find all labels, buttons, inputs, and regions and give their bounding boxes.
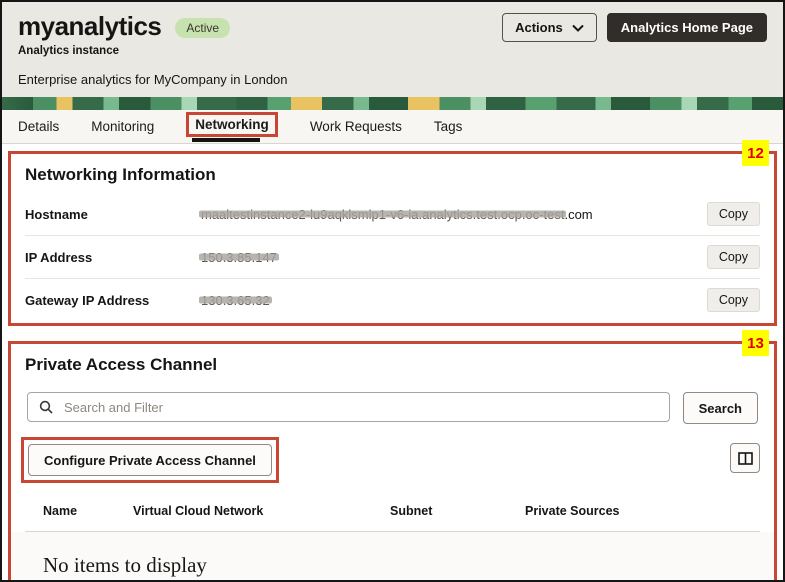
copy-ip-address-button[interactable]: Copy — [706, 245, 760, 269]
search-input[interactable] — [62, 398, 658, 416]
active-tab-indicator — [192, 137, 261, 142]
table-column-settings-button[interactable] — [730, 443, 760, 473]
hostname-suffix: .com — [564, 206, 593, 222]
copy-hostname-button[interactable]: Copy — [706, 202, 760, 226]
column-header-subnet: Subnet — [390, 504, 433, 518]
app-window: myanalytics Active Actions Analytics Hom… — [0, 0, 785, 582]
column-header-name: Name — [43, 504, 78, 518]
tab-bar: Details Monitoring Networking Work Reque… — [2, 110, 783, 144]
configure-row: Configure Private Access Channel — [21, 437, 760, 483]
callout-13: 13 — [742, 330, 769, 356]
hostname-redacted-value: maaltestinstance2-lu9aqklsmlp1-v6-ia.ana… — [201, 206, 565, 222]
analytics-home-page-button[interactable]: Analytics Home Page — [606, 13, 767, 42]
search-row: Search — [27, 392, 758, 424]
gateway-ip-row: Gateway IP Address 130.3.65.32 Copy — [25, 279, 760, 321]
status-badge: Active — [175, 18, 231, 39]
empty-state-title: No items to display — [43, 553, 207, 577]
decorative-banner — [2, 97, 783, 110]
ip-address-redacted-value: 150.3.85.147 — [201, 249, 277, 265]
actions-button-label: Actions — [515, 20, 563, 35]
column-header-virtual-cloud-network: Virtual Cloud Network — [133, 504, 264, 518]
tab-networking-label: Networking — [195, 116, 269, 132]
private-access-channel-section: 13 Private Access Channel Search Configu… — [8, 330, 777, 580]
tab-monitoring[interactable]: Monitoring — [91, 115, 154, 138]
configure-button-highlight-box: Configure Private Access Channel — [21, 437, 279, 483]
hostname-row: Hostname maaltestinstance2-lu9aqklsmlp1-… — [25, 193, 760, 236]
networking-tab-highlight-box: Networking — [186, 111, 278, 137]
tab-details[interactable]: Details — [18, 115, 59, 138]
tab-tags[interactable]: Tags — [434, 115, 463, 138]
search-icon — [39, 400, 53, 414]
ip-address-value: 150.3.85.147 — [201, 250, 707, 265]
configure-private-access-channel-button[interactable]: Configure Private Access Channel — [28, 444, 272, 476]
search-button[interactable]: Search — [682, 392, 758, 424]
ip-address-row: IP Address 150.3.85.147 Copy — [25, 236, 760, 279]
column-header-private-sources: Private Sources — [525, 504, 620, 518]
networking-information-section: 12 Networking Information Hostname maalt… — [8, 140, 777, 326]
networking-information-title: Networking Information — [25, 165, 216, 184]
main-content: 12 Networking Information Hostname maalt… — [2, 140, 783, 580]
table-header-row: Name Virtual Cloud Network Subnet Privat… — [25, 489, 760, 532]
actions-button[interactable]: Actions — [502, 13, 597, 42]
empty-state: No items to display Create new items or … — [11, 532, 774, 580]
gateway-ip-redacted-value: 130.3.65.32 — [201, 292, 270, 308]
tab-work-requests[interactable]: Work Requests — [310, 115, 402, 138]
private-access-channel-title: Private Access Channel — [25, 355, 218, 374]
tab-networking[interactable]: Networking — [186, 111, 278, 142]
copy-gateway-ip-button[interactable]: Copy — [706, 288, 760, 312]
ip-address-label: IP Address — [25, 249, 93, 265]
chevron-down-icon — [572, 24, 584, 32]
page-header: myanalytics Active Actions Analytics Hom… — [2, 2, 783, 97]
instance-type-label: Analytics instance — [18, 45, 119, 57]
columns-icon — [737, 451, 753, 465]
hostname-value: maaltestinstance2-lu9aqklsmlp1-v6-ia.ana… — [201, 207, 707, 222]
callout-12: 12 — [742, 140, 769, 166]
page-title: myanalytics — [18, 11, 162, 41]
gateway-ip-label: Gateway IP Address — [25, 292, 150, 308]
hostname-label: Hostname — [25, 206, 88, 222]
instance-description: Enterprise analytics for MyCompany in Lo… — [18, 72, 288, 87]
search-box[interactable] — [27, 392, 670, 422]
gateway-ip-value: 130.3.65.32 — [201, 293, 707, 308]
